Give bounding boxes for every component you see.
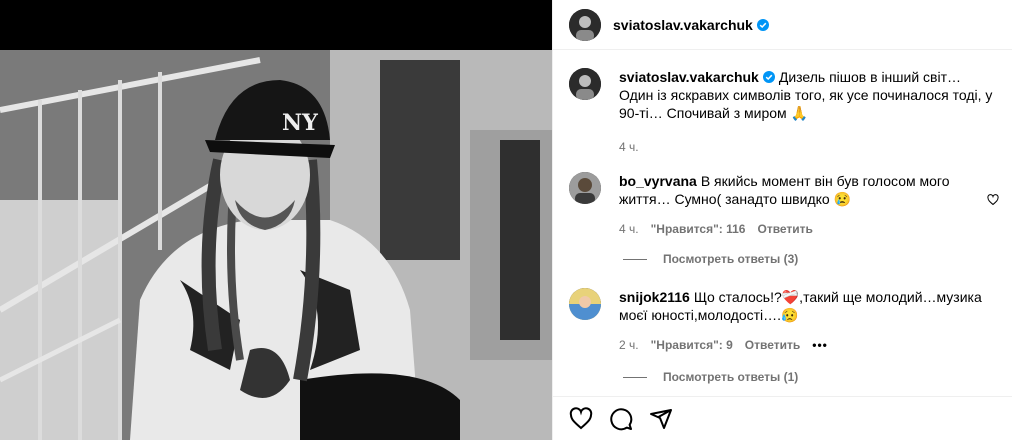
like-button[interactable] xyxy=(565,403,597,435)
post-header: sviatoslav.vakarchuk xyxy=(553,0,1012,50)
commenter-avatar[interactable] xyxy=(569,288,601,320)
caption-username[interactable]: sviatoslav.vakarchuk xyxy=(619,69,759,85)
view-replies-button[interactable]: Посмотреть ответы (1) xyxy=(623,370,798,384)
reply-button[interactable]: Ответить xyxy=(745,336,800,354)
share-icon xyxy=(650,408,672,429)
post-photo[interactable]: NY xyxy=(0,50,552,440)
caption-time[interactable]: 4 ч. xyxy=(619,138,639,156)
verified-badge-icon xyxy=(762,71,775,83)
comment-item: bo_vyrvana В якийсь момент він був голосо… xyxy=(569,172,999,238)
heart-icon[interactable] xyxy=(987,194,999,206)
comment-likes[interactable]: "Нравится": 116 xyxy=(651,220,746,238)
commenter-username[interactable]: snijok2116 xyxy=(619,289,690,305)
view-replies-label: Посмотреть ответы (1) xyxy=(663,370,799,384)
heart-icon xyxy=(569,406,593,429)
post-sidebar: sviatoslav.vakarchuk sviatoslav.vakarchu… xyxy=(552,0,1012,440)
view-replies-label: Посмотреть ответы (3) xyxy=(663,252,799,266)
caption-avatar[interactable] xyxy=(569,68,601,100)
post-actions xyxy=(553,396,1012,440)
post-media[interactable]: NY xyxy=(0,0,552,440)
more-options-button[interactable]: ••• xyxy=(812,336,828,354)
comment-item: snijok2116 Що сталось!?❤️‍🩹,такий ще моло… xyxy=(569,288,999,354)
reply-button[interactable]: Ответить xyxy=(757,220,812,238)
photo-illustration: NY xyxy=(0,50,552,440)
replies-divider xyxy=(623,376,647,378)
commenter-avatar[interactable] xyxy=(569,172,601,204)
view-replies-button[interactable]: Посмотреть ответы (3) xyxy=(623,252,798,266)
share-button[interactable] xyxy=(645,403,677,435)
comment-button[interactable] xyxy=(605,403,637,435)
comment-icon xyxy=(610,407,633,430)
comment-time[interactable]: 2 ч. xyxy=(619,336,639,354)
author-avatar[interactable] xyxy=(569,8,601,41)
comment-likes[interactable]: "Нравится": 9 xyxy=(651,336,733,354)
commenter-username[interactable]: bo_vyrvana xyxy=(619,173,697,189)
replies-divider xyxy=(623,258,647,260)
comment-time[interactable]: 4 ч. xyxy=(619,220,639,238)
author-username[interactable]: sviatoslav.vakarchuk xyxy=(613,17,753,33)
verified-badge-icon xyxy=(756,18,769,31)
post-caption: sviatoslav.vakarchuk Дизель пішов в інший… xyxy=(569,68,999,156)
svg-text:NY: NY xyxy=(282,110,318,136)
